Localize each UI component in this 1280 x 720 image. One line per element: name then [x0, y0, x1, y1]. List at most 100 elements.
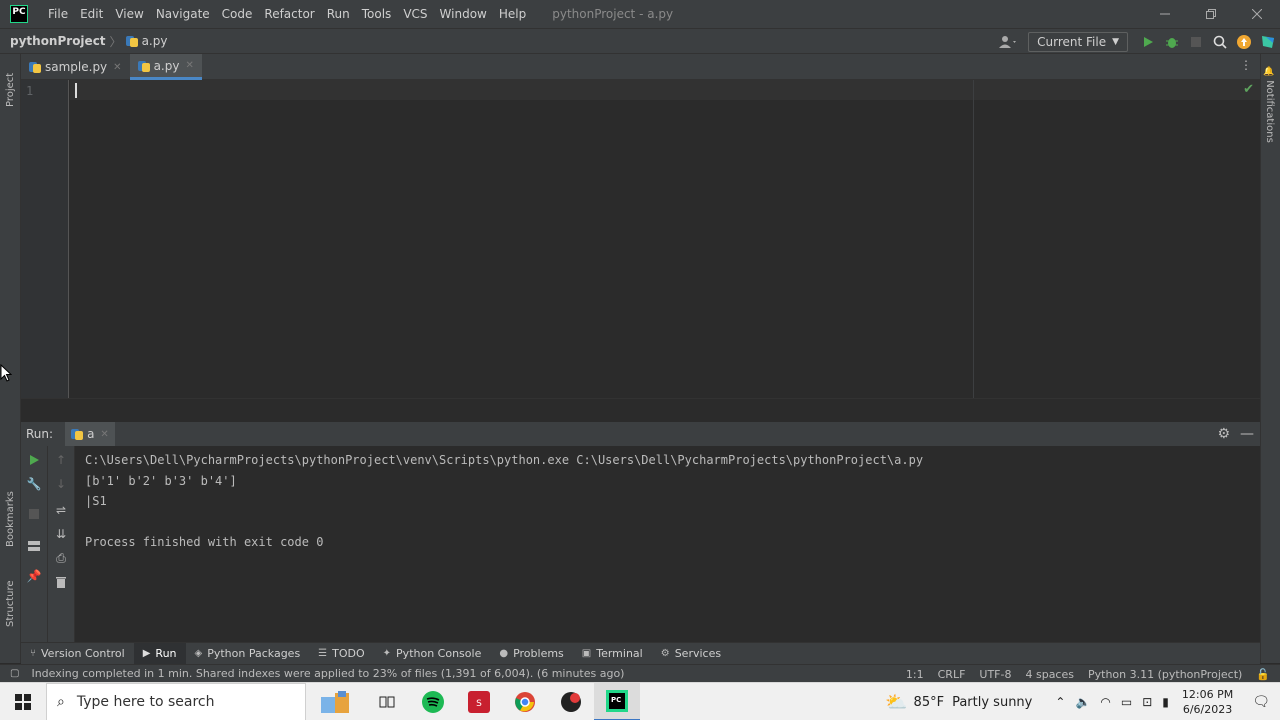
- menu-tools[interactable]: Tools: [356, 0, 398, 28]
- stop-button[interactable]: [1184, 30, 1208, 54]
- red-black-app[interactable]: [548, 683, 594, 720]
- chrome-app[interactable]: [502, 683, 548, 720]
- pycharm-app[interactable]: PC: [594, 682, 640, 720]
- volume-icon[interactable]: 🔈: [1075, 695, 1090, 709]
- clock[interactable]: 12:06 PM 6/6/2023: [1182, 687, 1233, 717]
- python-interpreter[interactable]: Python 3.11 (pythonProject): [1088, 668, 1242, 681]
- run-console[interactable]: C:\Users\Dell\PycharmProjects\pythonProj…: [75, 446, 1260, 642]
- display-icon[interactable]: ⊡: [1142, 695, 1152, 709]
- edit-config-button[interactable]: 🔧: [21, 472, 47, 496]
- python-file-icon: [71, 428, 84, 440]
- menu-code[interactable]: Code: [216, 0, 259, 28]
- menu-window[interactable]: Window: [434, 0, 493, 28]
- project-tab-label: Project: [5, 72, 16, 108]
- file-explorer-app[interactable]: [306, 683, 364, 720]
- microphone-icon[interactable]: ▮: [1162, 695, 1169, 709]
- tab-version-control[interactable]: ⑂ Version Control: [21, 643, 134, 665]
- minimize-button[interactable]: [1142, 0, 1188, 28]
- tab-problems[interactable]: ● Problems: [490, 643, 572, 665]
- tab-terminal[interactable]: ▣ Terminal: [573, 643, 652, 665]
- close-tab-icon[interactable]: ✕: [113, 62, 121, 73]
- soft-wrap-icon: ⇌: [55, 503, 67, 517]
- layout-toggle-icon[interactable]: ▢: [10, 668, 19, 679]
- indent-setting[interactable]: 4 spaces: [1025, 668, 1074, 681]
- tab-python-packages[interactable]: ◈ Python Packages: [186, 643, 310, 665]
- menu-view[interactable]: View: [109, 0, 149, 28]
- close-tab-icon[interactable]: ✕: [185, 60, 193, 71]
- search-icon: ⌕: [57, 693, 65, 710]
- tab-services[interactable]: ⚙ Services: [652, 643, 730, 665]
- scroll-to-end-button[interactable]: ⇊: [48, 522, 74, 546]
- tab-run[interactable]: ▶ Run: [133, 642, 186, 665]
- task-view-button[interactable]: [364, 683, 410, 720]
- close-tab-icon[interactable]: ✕: [100, 429, 108, 440]
- tab-python-console[interactable]: ✦ Python Console: [374, 643, 491, 665]
- bookmarks-tool-tab[interactable]: Bookmarks: [0, 480, 21, 558]
- more-vertical-icon[interactable]: ⋮: [1240, 58, 1252, 72]
- status-message[interactable]: Indexing completed in 1 min. Shared inde…: [31, 667, 624, 680]
- battery-icon[interactable]: ▭: [1121, 695, 1132, 709]
- menu-refactor[interactable]: Refactor: [258, 0, 320, 28]
- taskbar-search-input[interactable]: ⌕ Type here to search: [46, 682, 306, 720]
- menu-navigate[interactable]: Navigate: [150, 0, 216, 28]
- pin-tab-button[interactable]: 📌: [21, 564, 47, 588]
- line-separator[interactable]: CRLF: [938, 668, 966, 681]
- menu-edit[interactable]: Edit: [74, 0, 109, 28]
- stop-button[interactable]: [21, 502, 47, 526]
- scroll-up-button[interactable]: ↑: [48, 448, 74, 472]
- layout-button[interactable]: [21, 534, 47, 558]
- lock-icon[interactable]: 🔓: [1256, 668, 1270, 681]
- run-tab-a[interactable]: a ✕: [65, 422, 115, 446]
- notification-center-icon[interactable]: 🗨: [1252, 694, 1270, 710]
- user-icon[interactable]: [996, 30, 1020, 54]
- app-2023[interactable]: S: [456, 683, 502, 720]
- caret-position[interactable]: 1:1: [906, 668, 924, 681]
- start-button[interactable]: [0, 683, 46, 720]
- run-button[interactable]: [1136, 30, 1160, 54]
- weather-widget[interactable]: ⛅ 85°F Partly sunny: [885, 692, 1032, 713]
- task-view-icon: [379, 696, 395, 707]
- status-message-area: ▢ Indexing completed in 1 min. Shared in…: [10, 667, 624, 680]
- updates-button[interactable]: [1232, 30, 1256, 54]
- editor-tab-bar: sample.py ✕ a.py ✕ ⋮: [21, 54, 1260, 80]
- soft-wrap-button[interactable]: ⇌: [48, 498, 74, 522]
- search-everywhere-button[interactable]: [1208, 30, 1232, 54]
- notifications-tool-tab[interactable]: 🔔 Notifications: [1264, 66, 1275, 143]
- breadcrumb-file[interactable]: a.py: [125, 34, 167, 48]
- wifi-icon[interactable]: ◠: [1100, 695, 1110, 709]
- menu-vcs[interactable]: VCS: [397, 0, 433, 28]
- debug-button[interactable]: [1160, 30, 1184, 54]
- run-configuration-select[interactable]: Current File ▼: [1028, 32, 1128, 52]
- print-button[interactable]: ⎙: [48, 546, 74, 570]
- jetbrains-toolbox-button[interactable]: [1256, 30, 1280, 54]
- gear-icon[interactable]: ⚙: [1217, 426, 1230, 442]
- restore-button[interactable]: [1188, 0, 1234, 28]
- structure-tool-tab[interactable]: Structure: [0, 568, 21, 640]
- breadcrumb-project[interactable]: pythonProject: [10, 34, 106, 48]
- search-placeholder: Type here to search: [76, 693, 215, 710]
- spotify-app[interactable]: [410, 683, 456, 720]
- title-bar: PC File Edit View Navigate Code Refactor…: [0, 0, 1280, 28]
- clear-console-button[interactable]: [48, 570, 74, 594]
- project-tool-tab[interactable]: Project: [0, 60, 21, 120]
- menu-file[interactable]: File: [42, 0, 74, 28]
- hide-panel-icon[interactable]: —: [1240, 426, 1254, 442]
- close-window-button[interactable]: [1234, 0, 1280, 28]
- todo-icon: ☰: [318, 648, 328, 659]
- code-editor[interactable]: 1 ✔: [21, 80, 1260, 398]
- breadcrumb-separator: 〉: [109, 34, 122, 49]
- menu-run[interactable]: Run: [321, 0, 356, 28]
- panel-splitter[interactable]: [21, 398, 1260, 422]
- chevron-up-icon[interactable]: ⌃: [1055, 695, 1065, 709]
- left-tool-strip: Project Bookmarks Structure: [0, 54, 21, 663]
- scroll-down-button[interactable]: ↓: [48, 472, 74, 496]
- tab-sample-py[interactable]: sample.py ✕: [21, 54, 130, 80]
- rerun-button[interactable]: [21, 448, 47, 472]
- text-caret: [75, 83, 77, 98]
- checkmark-icon[interactable]: ✔: [1243, 82, 1254, 97]
- tab-todo[interactable]: ☰ TODO: [309, 643, 373, 665]
- tab-label: Run: [155, 647, 177, 660]
- file-encoding[interactable]: UTF-8: [979, 668, 1011, 681]
- tab-a-py[interactable]: a.py ✕: [129, 54, 202, 80]
- menu-help[interactable]: Help: [493, 0, 532, 28]
